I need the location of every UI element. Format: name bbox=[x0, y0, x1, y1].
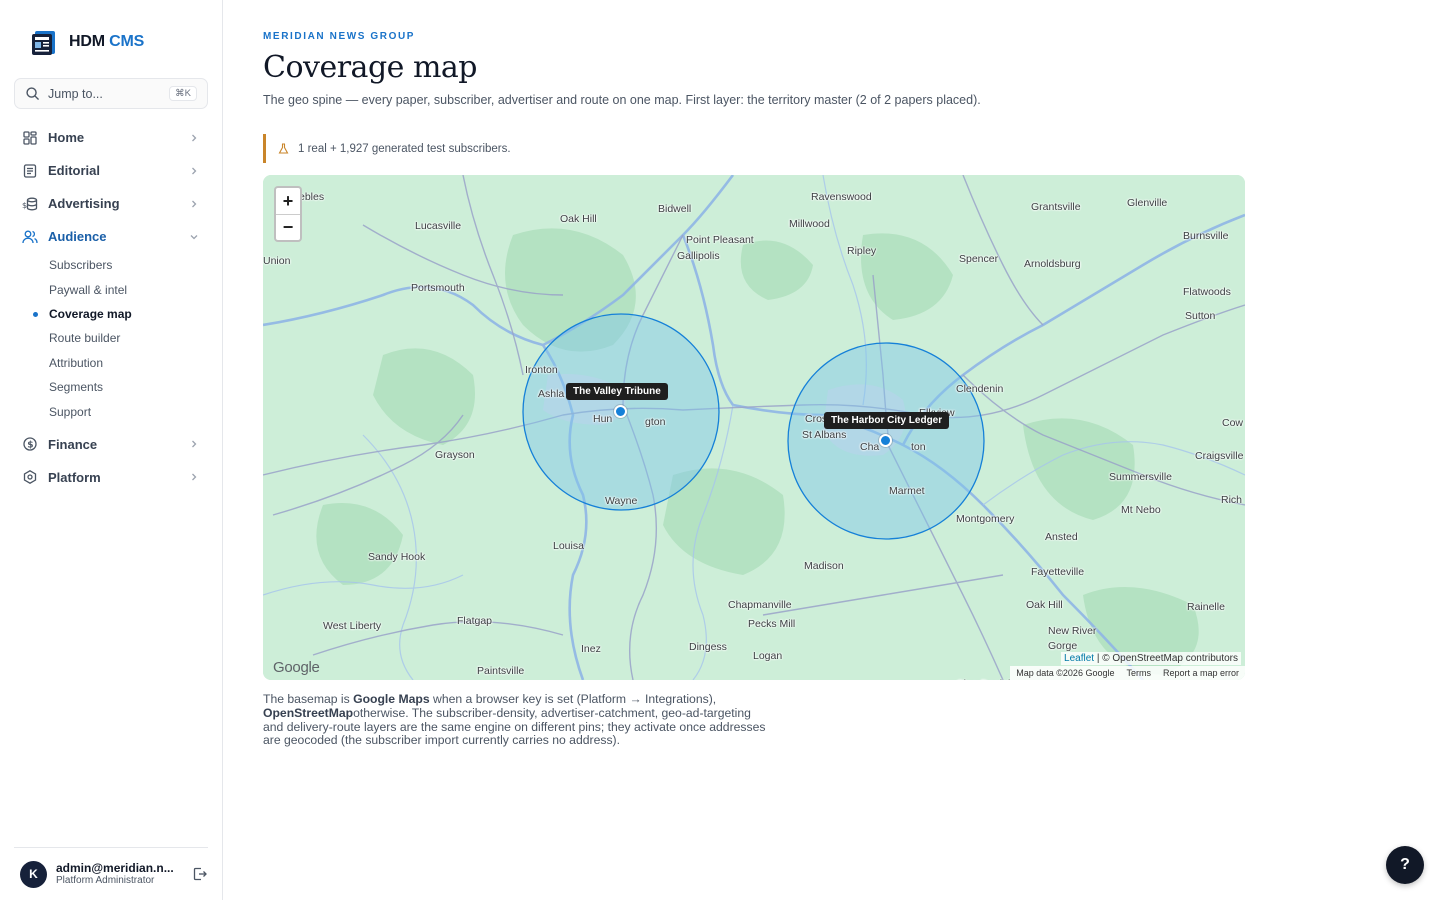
subnav-item-attribution[interactable]: Attribution bbox=[41, 351, 208, 375]
subnav-item-segments[interactable]: Segments bbox=[41, 375, 208, 399]
main-nav: Home Editorial $ Advertising Audience Su bbox=[14, 121, 208, 494]
paper-pin-harbor-city-ledger[interactable] bbox=[879, 434, 892, 447]
chevron-right-icon bbox=[192, 167, 197, 174]
chevron-right-icon bbox=[192, 200, 197, 207]
shortcut-badge: ⌘K bbox=[169, 86, 197, 101]
test-data-notice: 1 real + 1,927 generated test subscriber… bbox=[263, 134, 511, 163]
map-attribution: Leaflet | © OpenStreetMap contributors bbox=[1061, 652, 1241, 665]
paper-tooltip-valley-tribune: The Valley Tribune bbox=[566, 383, 668, 400]
basemap bbox=[263, 175, 1245, 680]
jump-to-label: Jump to... bbox=[48, 86, 103, 101]
hexagon-gear-icon bbox=[22, 469, 38, 485]
user-meta: admin@meridian.n... Platform Administrat… bbox=[56, 862, 183, 886]
nav-item-finance[interactable]: $ Finance bbox=[14, 428, 208, 461]
subnav-item-subscribers[interactable]: Subscribers bbox=[41, 253, 208, 277]
nav-item-platform[interactable]: Platform bbox=[14, 461, 208, 494]
dollar-circle-icon: $ bbox=[22, 436, 38, 452]
svg-text:$: $ bbox=[27, 441, 33, 451]
zoom-control: + − bbox=[274, 186, 302, 242]
flask-icon bbox=[278, 143, 289, 154]
chevron-right-icon bbox=[192, 134, 197, 141]
nav-item-home[interactable]: Home bbox=[14, 121, 208, 154]
user-role: Platform Administrator bbox=[56, 875, 155, 887]
coverage-map[interactable]: Ravenswood Grantsville Glenville Burnsville… bbox=[263, 175, 1245, 680]
nav-item-editorial[interactable]: Editorial bbox=[14, 154, 208, 187]
google-logo: Google bbox=[273, 659, 320, 676]
nav-label: Home bbox=[48, 130, 85, 145]
report-map-error-link[interactable]: Report a map error bbox=[1163, 668, 1239, 678]
users-icon bbox=[22, 229, 38, 245]
chevron-right-icon bbox=[192, 473, 197, 481]
nav-item-advertising[interactable]: $ Advertising bbox=[14, 187, 208, 220]
subnav-item-route-builder[interactable]: Route builder bbox=[41, 326, 208, 350]
audience-subnav: Subscribers Paywall & intel Coverage map… bbox=[14, 253, 208, 424]
app-name: HDM CMS bbox=[69, 33, 145, 50]
newspaper-logo-icon bbox=[32, 31, 55, 55]
paper-tooltip-harbor-city-ledger: The Harbor City Ledger bbox=[824, 412, 950, 429]
sidebar: HDM CMS Jump to... ⌘K Home Editorial $ A… bbox=[0, 0, 223, 900]
document-icon bbox=[22, 163, 38, 179]
subnav-item-paywall-intel[interactable]: Paywall & intel bbox=[41, 277, 208, 301]
grid-icon bbox=[22, 130, 38, 146]
subnav-item-coverage-map[interactable]: Coverage map bbox=[33, 302, 208, 326]
nav-label: Audience bbox=[48, 229, 107, 244]
nav-label: Advertising bbox=[48, 196, 120, 211]
svg-text:$: $ bbox=[22, 201, 27, 210]
user-footer: K admin@meridian.n... Platform Administr… bbox=[14, 847, 208, 900]
chevron-right-icon bbox=[192, 440, 197, 448]
nav-label: Editorial bbox=[48, 163, 101, 178]
google-attribution-bar: Map data ©2026 Google Terms Report a map… bbox=[1010, 666, 1245, 680]
help-button[interactable]: ? bbox=[1386, 846, 1424, 884]
user-email: admin@meridian.n... bbox=[56, 861, 174, 875]
notice-text: 1 real + 1,927 generated test subscriber… bbox=[298, 142, 511, 155]
terms-link[interactable]: Terms bbox=[1126, 668, 1151, 678]
page-title: Coverage map bbox=[263, 50, 477, 85]
zoom-out-button[interactable]: − bbox=[276, 214, 300, 240]
logout-icon[interactable] bbox=[192, 866, 208, 882]
brand[interactable]: HDM CMS bbox=[31, 28, 144, 56]
jump-to-search[interactable]: Jump to... ⌘K bbox=[14, 78, 208, 109]
search-icon bbox=[26, 87, 39, 100]
map-data-credit: Map data ©2026 Google bbox=[1016, 668, 1115, 678]
basemap-footnote: The basemap is Google Maps when a browse… bbox=[263, 692, 766, 748]
osm-attribution: | © OpenStreetMap contributors bbox=[1096, 653, 1238, 664]
coins-icon: $ bbox=[22, 196, 38, 212]
chevron-down-icon bbox=[190, 234, 198, 239]
nav-label: Platform bbox=[48, 469, 101, 485]
nav-item-audience[interactable]: Audience bbox=[14, 220, 208, 253]
nav-label: Finance bbox=[48, 436, 98, 452]
subnav-item-support[interactable]: Support bbox=[41, 399, 208, 423]
org-eyebrow: MERIDIAN NEWS GROUP bbox=[263, 31, 416, 42]
avatar[interactable]: K bbox=[20, 860, 47, 888]
zoom-in-button[interactable]: + bbox=[276, 188, 300, 214]
paper-pin-valley-tribune[interactable] bbox=[614, 405, 627, 418]
leaflet-link[interactable]: Leaflet bbox=[1064, 653, 1094, 664]
page-subtitle: The geo spine — every paper, subscriber,… bbox=[263, 93, 981, 107]
